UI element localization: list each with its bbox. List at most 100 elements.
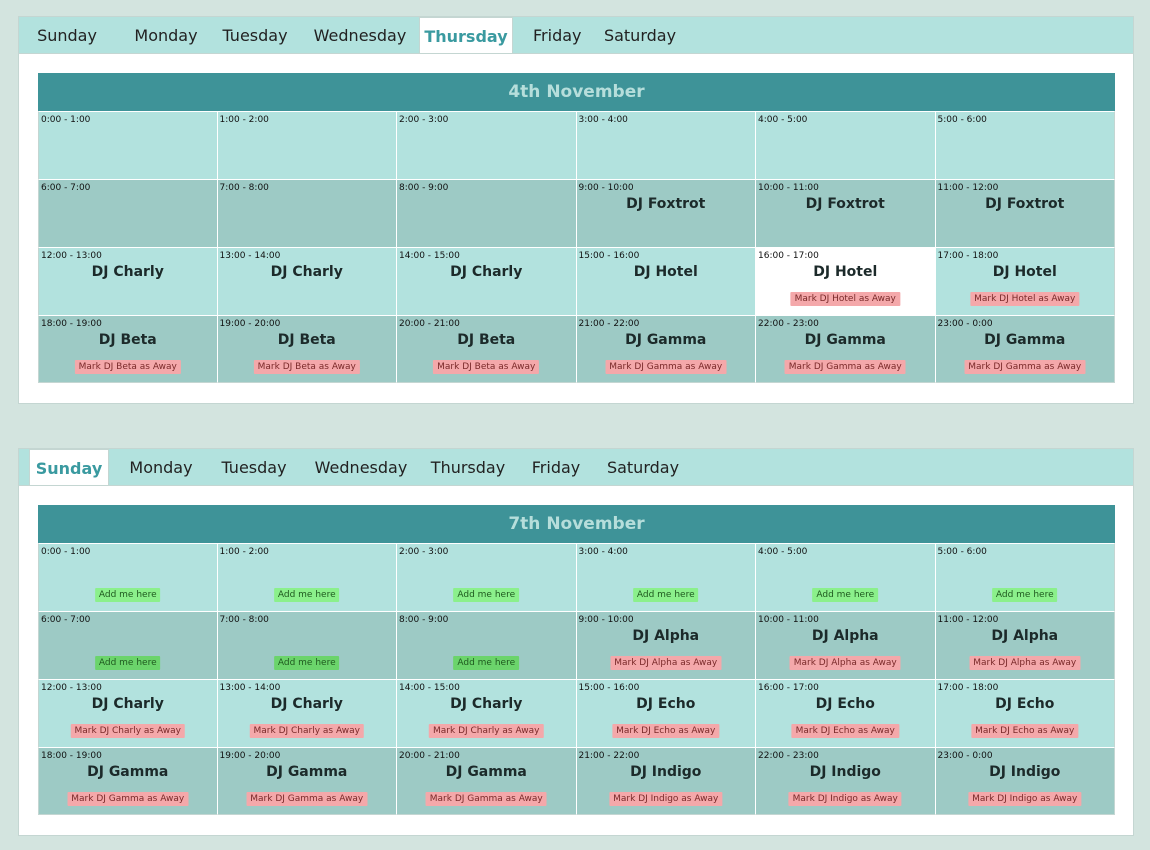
time-slot-label: 6:00 - 7:00 xyxy=(41,183,91,193)
dj-name: DJ Gamma xyxy=(87,764,169,780)
dj-name: DJ Foxtrot xyxy=(805,196,885,212)
tab-wednesday[interactable]: Wednesday xyxy=(302,449,420,485)
add-me-button[interactable]: Add me here xyxy=(273,588,340,602)
mark-away-button[interactable]: Mark DJ Echo as Away xyxy=(791,724,899,738)
mark-away-button[interactable]: Mark DJ Alpha as Away xyxy=(969,656,1081,670)
tab-tuesday[interactable]: Tuesday xyxy=(205,449,303,485)
time-slot-cell: 6:00 - 7:00 xyxy=(38,179,218,247)
dj-name: DJ Indigo xyxy=(630,764,702,780)
time-slot-cell: 8:00 - 9:00 Add me here xyxy=(397,611,577,679)
time-slot-cell: 0:00 - 1:00 xyxy=(38,111,218,179)
mark-away-button[interactable]: Mark DJ Beta as Away xyxy=(74,360,181,374)
time-slot-label: 8:00 - 9:00 xyxy=(399,183,449,193)
time-slot-label: 15:00 - 16:00 xyxy=(578,251,640,261)
schedule-card: 7th November 0:00 - 1:00 Add me here 1:00 … xyxy=(18,485,1134,836)
tab-sunday[interactable]: Sunday xyxy=(29,17,105,53)
tab-saturday[interactable]: Saturday xyxy=(599,449,687,485)
schedule-table: 4th November 0:00 - 1:00 1:00 - 2:00 2:00 … xyxy=(38,73,1115,383)
schedule-date-header: 4th November xyxy=(38,73,1115,111)
tab-thursday[interactable]: Thursday xyxy=(419,449,517,485)
mark-away-button[interactable]: Mark DJ Hotel as Away xyxy=(970,292,1080,306)
add-me-button[interactable]: Add me here xyxy=(991,588,1058,602)
mark-away-button[interactable]: Mark DJ Indigo as Away xyxy=(968,792,1082,806)
mark-away-button[interactable]: Mark DJ Echo as Away xyxy=(971,724,1079,738)
time-slot-cell: 8:00 - 9:00 xyxy=(397,179,577,247)
mark-away-button[interactable]: Mark DJ Gamma as Away xyxy=(67,792,189,806)
time-slot-cell: 17:00 - 18:00 DJ Hotel Mark DJ Hotel as Aw… xyxy=(935,247,1115,315)
dj-name: DJ Gamma xyxy=(984,332,1066,348)
time-slot-cell: 16:00 - 17:00 DJ Hotel Mark DJ Hotel as Aw… xyxy=(756,247,936,315)
time-slot-cell: 19:00 - 20:00 DJ Gamma Mark DJ Gamma as Aw… xyxy=(217,747,397,815)
time-slot-label: 9:00 - 10:00 xyxy=(578,615,634,625)
time-slot-label: 8:00 - 9:00 xyxy=(399,615,449,625)
mark-away-button[interactable]: Mark DJ Alpha as Away xyxy=(789,656,901,670)
time-slot-cell: 0:00 - 1:00 Add me here xyxy=(38,543,218,611)
mark-away-button[interactable]: Mark DJ Charly as Away xyxy=(429,724,544,738)
time-slot-label: 7:00 - 8:00 xyxy=(219,615,269,625)
time-slot-cell: 22:00 - 23:00 DJ Gamma Mark DJ Gamma as Aw… xyxy=(756,315,936,383)
mark-away-button[interactable]: Mark DJ Charly as Away xyxy=(70,724,185,738)
mark-away-button[interactable]: Mark DJ Gamma as Away xyxy=(246,792,368,806)
add-me-button[interactable]: Add me here xyxy=(273,656,340,670)
tab-sunday[interactable]: Sunday xyxy=(29,449,109,486)
mark-away-button[interactable]: Mark DJ Hotel as Away xyxy=(790,292,900,306)
time-slot-label: 19:00 - 20:00 xyxy=(219,319,281,329)
time-slot-cell: 14:00 - 15:00 DJ Charly Mark DJ Charly as … xyxy=(397,679,577,747)
tab-tuesday[interactable]: Tuesday xyxy=(209,17,301,53)
dj-name: DJ Hotel xyxy=(633,264,698,280)
time-slot-cell: 22:00 - 23:00 DJ Indigo Mark DJ Indigo as … xyxy=(756,747,936,815)
time-slot-cell: 6:00 - 7:00 Add me here xyxy=(38,611,218,679)
time-slot-label: 11:00 - 12:00 xyxy=(937,615,999,625)
dj-name: DJ Gamma xyxy=(266,764,348,780)
time-slot-cell: 19:00 - 20:00 DJ Beta Mark DJ Beta as Away xyxy=(217,315,397,383)
time-slot-label: 1:00 - 2:00 xyxy=(219,547,269,557)
time-slot-cell: 13:00 - 14:00 DJ Charly Mark DJ Charly as … xyxy=(217,679,397,747)
tab-saturday[interactable]: Saturday xyxy=(599,17,681,53)
dj-name: DJ Beta xyxy=(98,332,157,348)
dj-name: DJ Alpha xyxy=(632,628,700,644)
add-me-button[interactable]: Add me here xyxy=(94,656,161,670)
time-slot-cell: 1:00 - 2:00 xyxy=(217,111,397,179)
mark-away-button[interactable]: Mark DJ Gamma as Away xyxy=(605,360,727,374)
tab-wednesday[interactable]: Wednesday xyxy=(302,17,418,53)
add-me-button[interactable]: Add me here xyxy=(94,588,161,602)
time-slot-label: 21:00 - 22:00 xyxy=(578,751,640,761)
schedule-grid: 0:00 - 1:00 Add me here 1:00 - 2:00 Add me … xyxy=(38,543,1115,815)
mark-away-button[interactable]: Mark DJ Gamma as Away xyxy=(964,360,1086,374)
time-slot-label: 20:00 - 21:00 xyxy=(399,751,460,761)
add-me-button[interactable]: Add me here xyxy=(453,656,520,670)
time-slot-cell: 4:00 - 5:00 Add me here xyxy=(756,543,936,611)
tab-thursday[interactable]: Thursday xyxy=(419,17,513,54)
time-slot-label: 5:00 - 6:00 xyxy=(937,547,987,557)
time-slot-cell: 21:00 - 22:00 DJ Gamma Mark DJ Gamma as Aw… xyxy=(576,315,756,383)
mark-away-button[interactable]: Mark DJ Indigo as Away xyxy=(788,792,902,806)
add-me-button[interactable]: Add me here xyxy=(632,588,699,602)
time-slot-label: 18:00 - 19:00 xyxy=(41,319,102,329)
mark-away-button[interactable]: Mark DJ Gamma as Away xyxy=(425,792,547,806)
tab-friday[interactable]: Friday xyxy=(517,449,595,485)
mark-away-button[interactable]: Mark DJ Beta as Away xyxy=(253,360,360,374)
time-slot-label: 13:00 - 14:00 xyxy=(219,251,281,261)
dj-name: DJ Gamma xyxy=(445,764,527,780)
mark-away-button[interactable]: Mark DJ Charly as Away xyxy=(249,724,364,738)
time-slot-cell: 15:00 - 16:00 DJ Hotel xyxy=(576,247,756,315)
time-slot-label: 4:00 - 5:00 xyxy=(758,547,808,557)
add-me-button[interactable]: Add me here xyxy=(453,588,520,602)
time-slot-label: 20:00 - 21:00 xyxy=(399,319,460,329)
add-me-button[interactable]: Add me here xyxy=(812,588,879,602)
mark-away-button[interactable]: Mark DJ Echo as Away xyxy=(612,724,720,738)
time-slot-cell: 16:00 - 17:00 DJ Echo Mark DJ Echo as Away xyxy=(756,679,936,747)
tab-friday[interactable]: Friday xyxy=(533,17,582,53)
tab-monday[interactable]: Monday xyxy=(111,449,211,485)
mark-away-button[interactable]: Mark DJ Alpha as Away xyxy=(610,656,722,670)
time-slot-cell: 9:00 - 10:00 DJ Foxtrot xyxy=(576,179,756,247)
mark-away-button[interactable]: Mark DJ Gamma as Away xyxy=(784,360,906,374)
time-slot-label: 16:00 - 17:00 xyxy=(758,251,819,261)
mark-away-button[interactable]: Mark DJ Indigo as Away xyxy=(609,792,723,806)
dj-name: DJ Charly xyxy=(270,696,343,712)
time-slot-label: 17:00 - 18:00 xyxy=(937,683,999,693)
mark-away-button[interactable]: Mark DJ Beta as Away xyxy=(433,360,540,374)
schedule-table: 7th November 0:00 - 1:00 Add me here 1:00 … xyxy=(38,505,1115,815)
tab-monday[interactable]: Monday xyxy=(113,17,219,53)
time-slot-cell: 5:00 - 6:00 Add me here xyxy=(935,543,1115,611)
